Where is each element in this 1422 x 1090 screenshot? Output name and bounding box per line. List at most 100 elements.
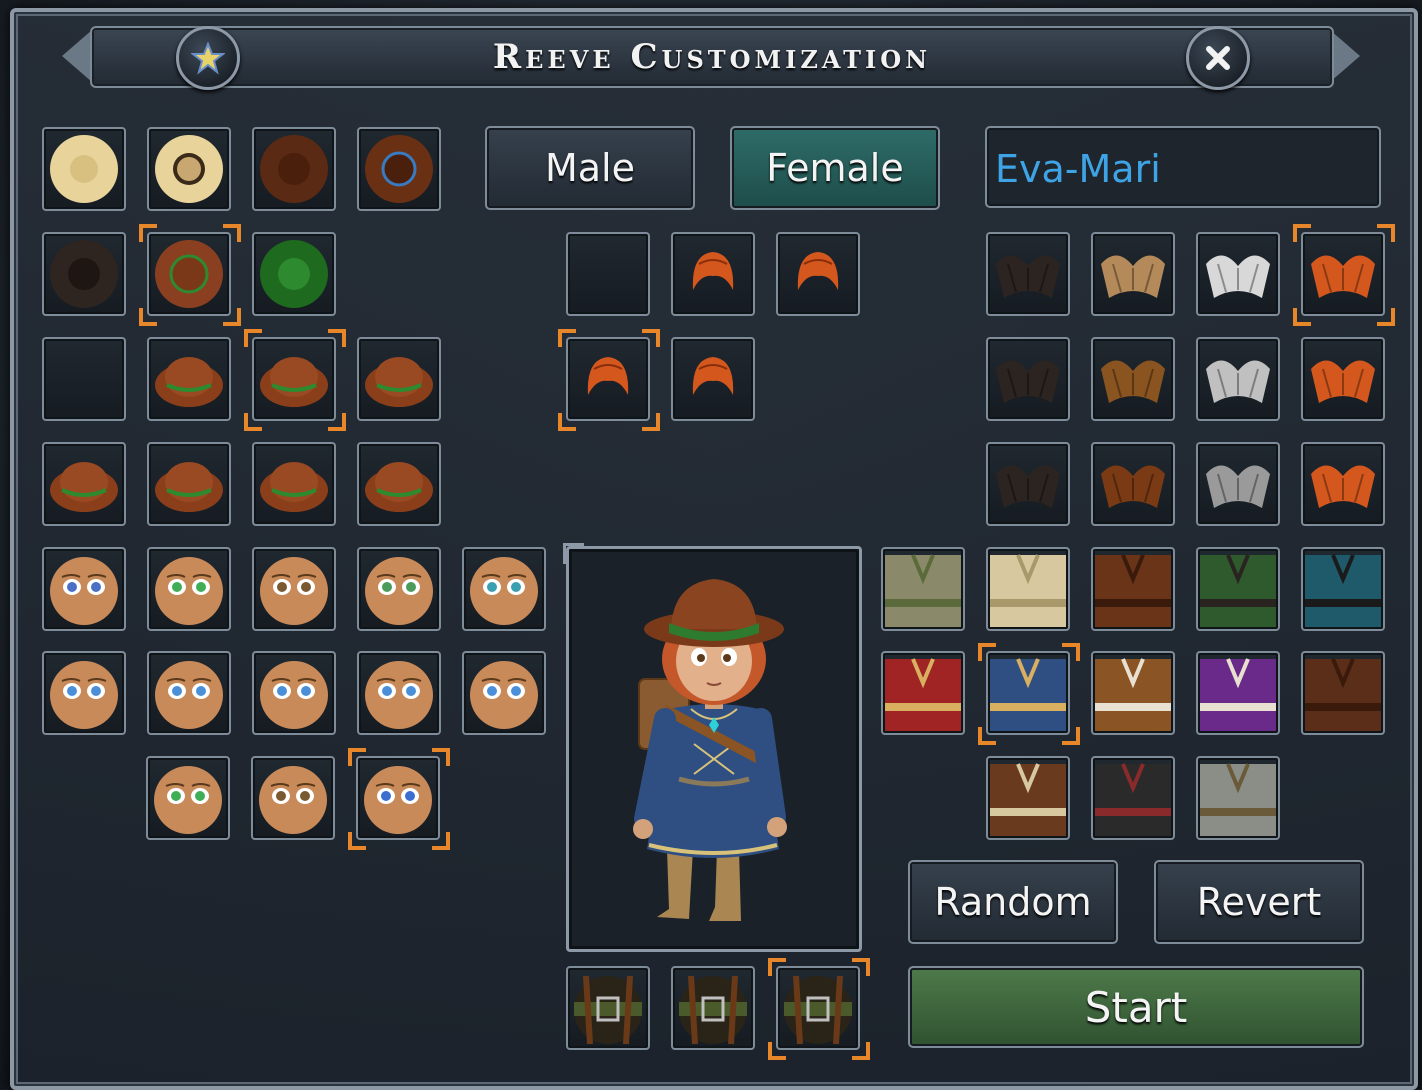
- character-preview[interactable]: [563, 543, 862, 952]
- face-option[interactable]: [251, 756, 335, 840]
- hair-style-bun-short[interactable]: [671, 232, 755, 316]
- revert-button[interactable]: Revert: [1154, 860, 1364, 944]
- outfit-option-red-dress-thumbnail: [885, 658, 961, 731]
- face-option[interactable]: [42, 547, 126, 631]
- hat-option-brown-low-green-band[interactable]: [357, 442, 441, 526]
- hat-option-brown-cap[interactable]: [252, 127, 336, 211]
- hat-option-brown-tall-green-band[interactable]: [252, 442, 336, 526]
- face-option-thumbnail: [50, 661, 118, 729]
- name-value: Eva-Mari: [995, 147, 1161, 191]
- face-option[interactable]: [357, 651, 441, 735]
- selection-corner: [978, 643, 996, 661]
- hair-color-swatch[interactable]: [1091, 442, 1175, 526]
- hair-color-swatch[interactable]: [986, 232, 1070, 316]
- belt-option-belt-a[interactable]: [566, 966, 650, 1050]
- face-option[interactable]: [357, 547, 441, 631]
- hat-option-green-cap[interactable]: [252, 232, 336, 316]
- outfit-option-brown-vest[interactable]: [1091, 547, 1175, 631]
- hair-color-swatch[interactable]: [1301, 442, 1385, 526]
- outfit-option-cream-laced-shirt[interactable]: [986, 547, 1070, 631]
- hat-option-straw-hat-dark-band[interactable]: [147, 127, 231, 211]
- selection-corner: [1062, 727, 1080, 745]
- outfit-option-green-tunic-thumbnail: [885, 554, 961, 627]
- selection-corner: [1377, 224, 1395, 242]
- hair-color-swatch[interactable]: [1091, 337, 1175, 421]
- face-option[interactable]: [147, 547, 231, 631]
- hair-color-swatch-thumbnail: [1206, 465, 1270, 508]
- outfit-option-brown-coat-thumbnail: [1305, 658, 1381, 731]
- star-icon: [191, 41, 225, 75]
- outfit-option-cream-laced-shirt-thumbnail: [990, 554, 1066, 627]
- hat-option-brown-small-green-band[interactable]: [357, 337, 441, 421]
- favorite-button[interactable]: [176, 26, 240, 90]
- face-option-thumbnail: [365, 557, 433, 625]
- hat-option-brown-brim-green-band[interactable]: [147, 337, 231, 421]
- hair-style-braid-thumbnail: [692, 357, 734, 395]
- start-button[interactable]: Start: [908, 966, 1364, 1048]
- face-option[interactable]: [462, 651, 546, 735]
- hat-option-green-cap-thumbnail: [260, 240, 328, 308]
- hair-style-none[interactable]: [566, 232, 650, 316]
- hair-color-swatch[interactable]: [986, 442, 1070, 526]
- face-option[interactable]: [252, 547, 336, 631]
- face-option[interactable]: [147, 651, 231, 735]
- hair-style-bob[interactable]: [776, 232, 860, 316]
- hair-color-swatch[interactable]: [1196, 232, 1280, 316]
- random-button[interactable]: Random: [908, 860, 1118, 944]
- outfit-option-purple-robe[interactable]: [1196, 651, 1280, 735]
- outfit-option-brown-laced-vest[interactable]: [986, 756, 1070, 840]
- hat-option-brown-dome-green-band[interactable]: [252, 337, 336, 421]
- outfit-option-grey-tunic[interactable]: [1196, 756, 1280, 840]
- outfit-option-red-dress[interactable]: [881, 651, 965, 735]
- outfit-option-green-striped[interactable]: [1196, 547, 1280, 631]
- face-option[interactable]: [356, 756, 440, 840]
- face-option-thumbnail: [260, 557, 328, 625]
- hat-option-brown-tall-green-band-thumbnail: [260, 462, 328, 512]
- hat-option-brown-cap-green-band[interactable]: [147, 232, 231, 316]
- hair-color-swatch-thumbnail: [1101, 360, 1165, 403]
- female-button[interactable]: Female: [730, 126, 940, 210]
- outfit-option-black-vest[interactable]: [1091, 756, 1175, 840]
- face-option[interactable]: [42, 651, 126, 735]
- face-option[interactable]: [462, 547, 546, 631]
- outfit-option-brown-white-vest[interactable]: [1091, 651, 1175, 735]
- hat-option-empty[interactable]: [42, 337, 126, 421]
- male-button[interactable]: Male: [485, 126, 695, 210]
- selection-corner: [432, 748, 450, 766]
- hair-color-swatch-thumbnail: [1206, 360, 1270, 403]
- hat-option-brown-dome-green-band-thumbnail: [260, 357, 328, 407]
- name-input[interactable]: Eva-Mari: [985, 126, 1381, 208]
- close-button[interactable]: [1186, 26, 1250, 90]
- hair-color-swatch-thumbnail: [1311, 465, 1375, 508]
- hair-style-bob-thumbnail: [797, 252, 839, 290]
- hair-style-ponytail[interactable]: [566, 337, 650, 421]
- hair-style-braid[interactable]: [671, 337, 755, 421]
- hat-option-brown-wide-green-band[interactable]: [42, 442, 126, 526]
- selection-corner: [1377, 308, 1395, 326]
- selection-corner: [223, 224, 241, 242]
- hair-color-swatch[interactable]: [1301, 232, 1385, 316]
- belt-option-belt-b[interactable]: [671, 966, 755, 1050]
- hair-color-swatch[interactable]: [1196, 442, 1280, 526]
- face-option[interactable]: [252, 651, 336, 735]
- hat-option-dark-cap[interactable]: [42, 232, 126, 316]
- hat-option-straw-hat-light[interactable]: [42, 127, 126, 211]
- hat-option-brown-cap-blue-band-thumbnail: [365, 135, 433, 203]
- outfit-option-brown-coat[interactable]: [1301, 651, 1385, 735]
- face-option[interactable]: [146, 756, 230, 840]
- outfit-option-teal-striped-thumbnail: [1305, 554, 1381, 627]
- hat-option-brown-small-green-band-thumbnail: [365, 357, 433, 407]
- hair-color-swatch[interactable]: [986, 337, 1070, 421]
- hat-option-brown-cap-blue-band[interactable]: [357, 127, 441, 211]
- face-option-thumbnail: [470, 661, 538, 729]
- hat-option-brown-round-green-band[interactable]: [147, 442, 231, 526]
- outfit-option-teal-striped[interactable]: [1301, 547, 1385, 631]
- belt-option-belt-c[interactable]: [776, 966, 860, 1050]
- hair-color-swatch-thumbnail: [1311, 255, 1375, 298]
- hair-color-swatch[interactable]: [1196, 337, 1280, 421]
- hair-color-swatch[interactable]: [1091, 232, 1175, 316]
- hat-option-brown-round-green-band-thumbnail: [155, 462, 223, 512]
- outfit-option-blue-dress[interactable]: [986, 651, 1070, 735]
- hair-color-swatch[interactable]: [1301, 337, 1385, 421]
- outfit-option-green-tunic[interactable]: [881, 547, 965, 631]
